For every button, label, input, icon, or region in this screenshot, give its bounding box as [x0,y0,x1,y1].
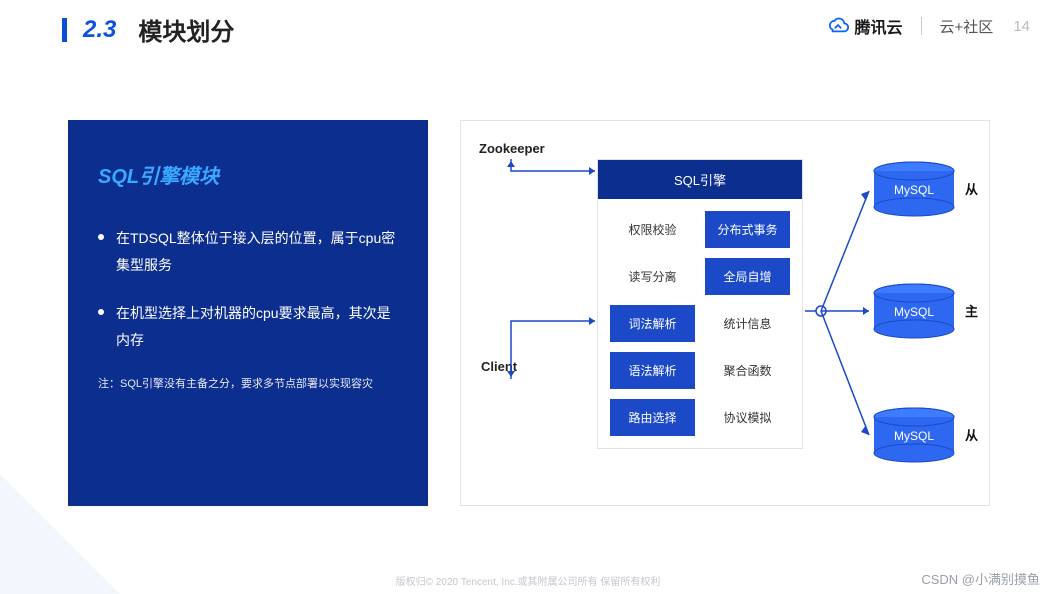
sql-cell: 语法解析 [610,352,695,389]
left-panel: SQL引擎模块 在TDSQL整体位于接入层的位置，属于cpu密集型服务 在机型选… [68,120,428,506]
db-cylinder: MySQL [871,161,957,217]
sql-cell: 全局自增 [705,258,790,295]
header-right: 腾讯云 云+社区 14 [827,14,1030,38]
watermark: CSDN @小满别摸鱼 [921,569,1040,588]
sql-cell: 路由选择 [610,399,695,436]
panel-title: SQL引擎模块 [98,160,398,189]
footer-copyright: 版权归© 2020 Tencent, Inc.或其附属公司所有 保留所有权利 [0,573,1056,588]
db-role: 从 [965,179,978,198]
panel-note: 注：SQL引擎没有主备之分，要求多节点部署以实现容灾 [98,375,398,394]
sql-cell: 读写分离 [610,258,695,295]
db-cylinder: MySQL [871,407,957,463]
db-name: MySQL [871,305,957,319]
cloud-icon [827,17,849,35]
sql-cell: 统计信息 [705,305,790,342]
db-role: 主 [965,301,978,320]
section-title: 模块划分 [138,12,234,47]
db-name: MySQL [871,183,957,197]
sql-engine-box: SQL引擎 权限校验分布式事务读写分离全局自增词法解析统计信息语法解析聚合函数路… [597,159,803,449]
page-number: 14 [1013,18,1030,35]
page-title: 2.3 模块划分 [62,12,234,47]
db-name: MySQL [871,429,957,443]
sql-cell: 词法解析 [610,305,695,342]
zookeeper-label: Zookeeper [479,141,545,156]
db-role: 从 [965,425,978,444]
diagram: Zookeeper Client SQL引擎 权限校验分布式事务读写分离全局自增… [460,120,990,506]
bullet-item: 在TDSQL整体位于接入层的位置，属于cpu密集型服务 [98,225,398,278]
brand-tencent-cloud: 腾讯云 [827,14,903,38]
client-label: Client [481,359,517,374]
sql-engine-grid: 权限校验分布式事务读写分离全局自增词法解析统计信息语法解析聚合函数路由选择协议模… [598,199,802,448]
brand1-text: 腾讯云 [855,14,903,38]
db-cylinder: MySQL [871,283,957,339]
panel-list: 在TDSQL整体位于接入层的位置，属于cpu密集型服务 在机型选择上对机器的cp… [98,225,398,353]
divider [921,17,922,35]
section-number: 2.3 [83,16,116,44]
title-bar [62,18,67,42]
sql-cell: 分布式事务 [705,211,790,248]
sql-engine-head: SQL引擎 [598,160,802,199]
sql-cell: 权限校验 [610,211,695,248]
bullet-item: 在机型选择上对机器的cpu要求最高，其次是内存 [98,300,398,353]
brand2-text: 云+社区 [940,16,994,37]
sql-cell: 协议模拟 [705,399,790,436]
sql-cell: 聚合函数 [705,352,790,389]
